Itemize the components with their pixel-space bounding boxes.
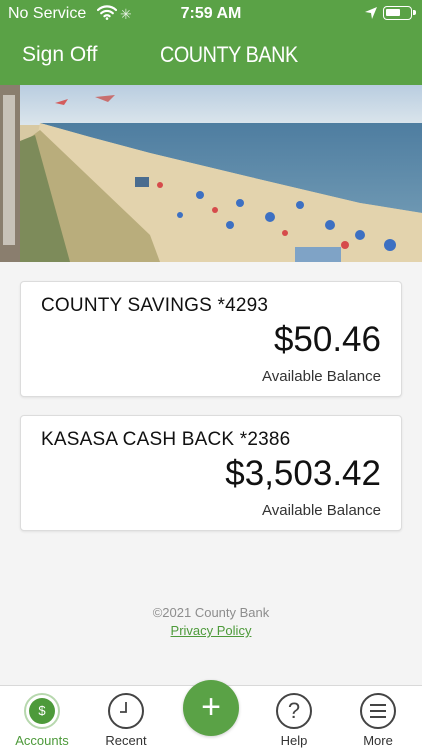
dollar-icon: $: [24, 693, 60, 729]
beach-banner-image: [0, 85, 422, 262]
tab-label: Accounts: [15, 733, 69, 748]
question-icon: ?: [276, 693, 312, 729]
tab-recent[interactable]: Recent: [84, 686, 168, 750]
footer: ©2021 County Bank Privacy Policy: [0, 605, 422, 638]
account-name: COUNTY SAVINGS *4293: [41, 295, 269, 316]
tab-more[interactable]: More: [336, 686, 420, 750]
balance-label: Available Balance: [262, 502, 381, 519]
app-header: No Service ✳ 7:59 AM Sign Off COUNTY BAN…: [0, 0, 422, 85]
sign-off-button[interactable]: Sign Off: [22, 43, 98, 67]
clock-icon: [108, 693, 144, 729]
status-time: 7:59 AM: [180, 5, 242, 22]
tab-accounts[interactable]: $ Accounts: [0, 686, 84, 750]
tab-label: More: [363, 733, 393, 748]
tab-label: Help: [280, 733, 308, 748]
account-card[interactable]: KASASA CASH BACK *2386 $3,503.42 Availab…: [20, 415, 402, 531]
tab-label: Recent: [105, 733, 147, 748]
status-bar: No Service ✳ 7:59 AM: [0, 0, 422, 28]
account-balance: $50.46: [273, 320, 381, 359]
tab-help[interactable]: ? Help: [252, 686, 336, 750]
privacy-policy-link[interactable]: Privacy Policy: [0, 623, 422, 638]
menu-icon: [360, 693, 396, 729]
balance-label: Available Balance: [262, 368, 381, 385]
plus-icon: +: [201, 688, 221, 726]
location-arrow-icon: [364, 6, 378, 25]
copyright-text: ©2021 County Bank: [152, 605, 270, 620]
add-button[interactable]: +: [183, 680, 239, 736]
brand-logo: COUNTY BANK: [160, 42, 298, 67]
battery-icon: [383, 6, 416, 20]
account-balance: $3,503.42: [225, 454, 381, 493]
account-name: KASASA CASH BACK *2386: [41, 429, 291, 450]
account-card[interactable]: COUNTY SAVINGS *4293 $50.46 Available Ba…: [20, 281, 402, 397]
